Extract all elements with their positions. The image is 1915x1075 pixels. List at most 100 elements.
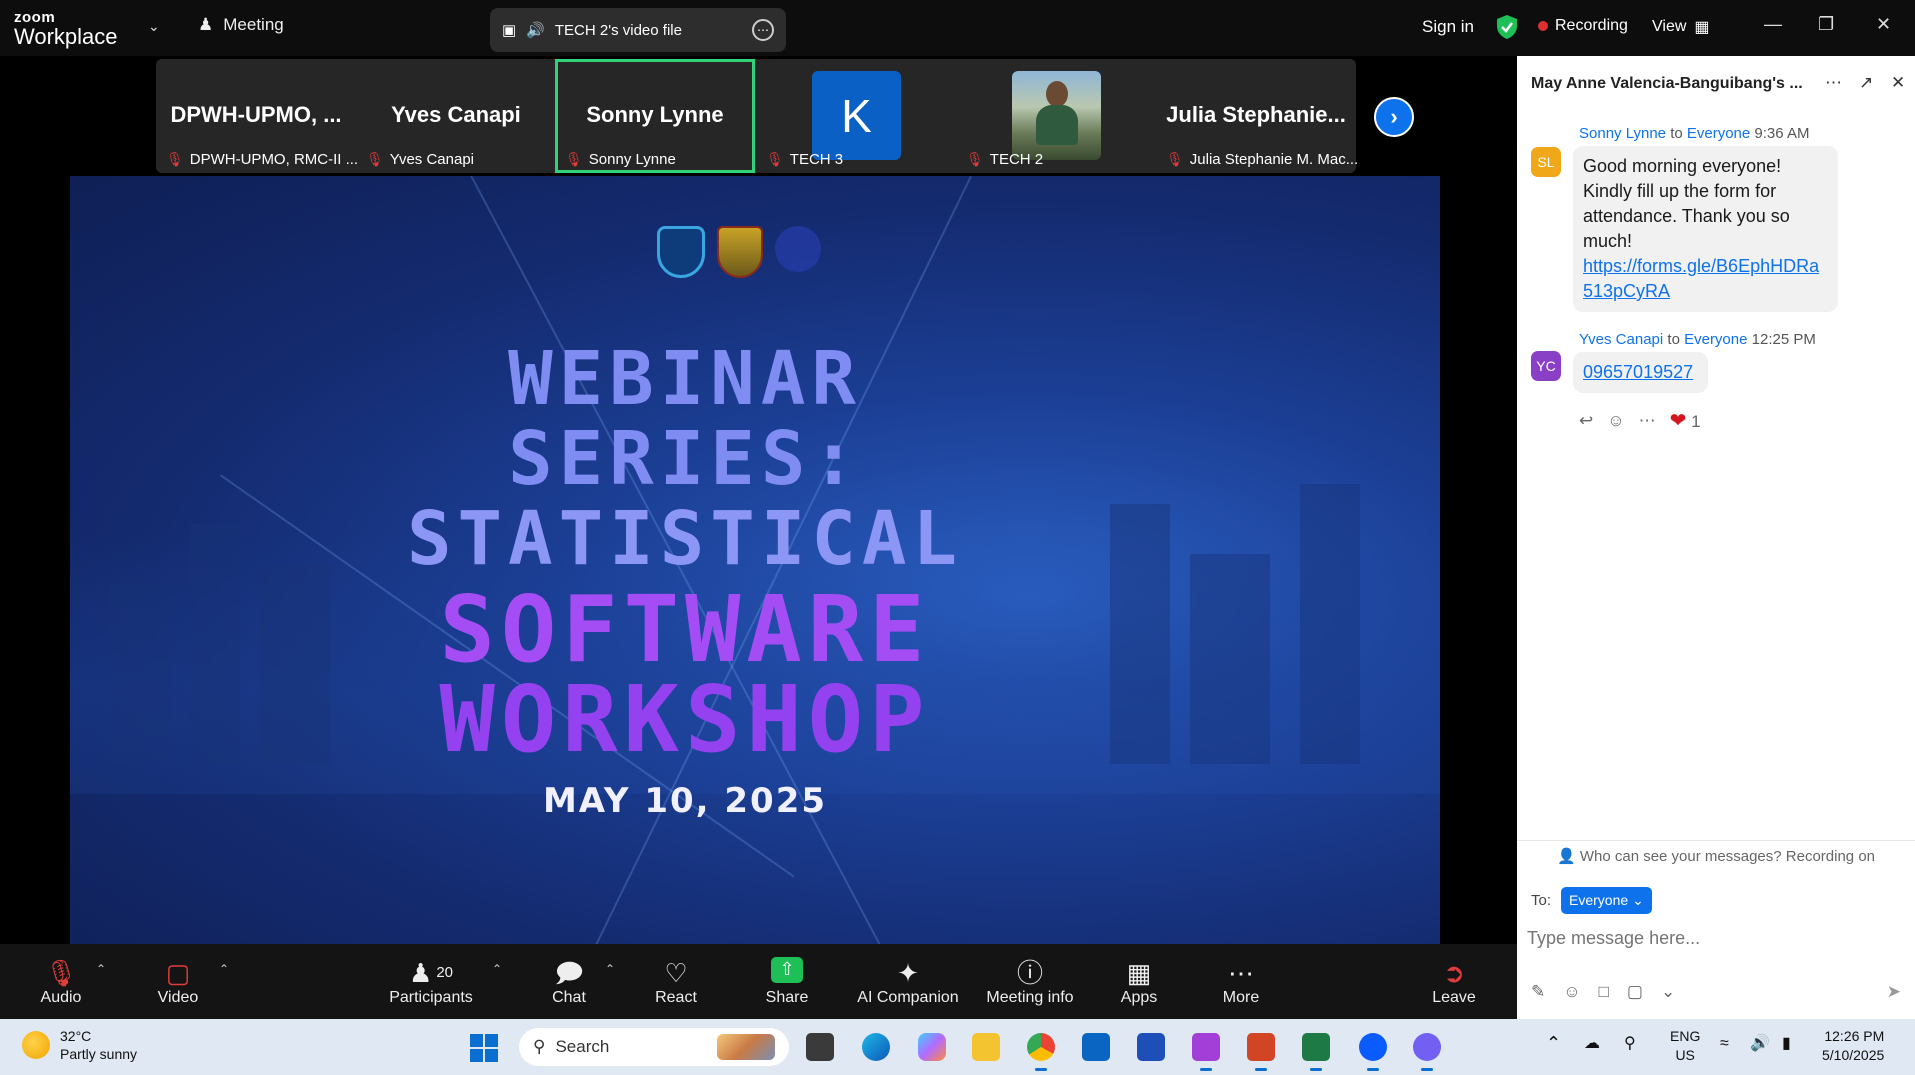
windows-taskbar: 32°C Partly sunny ⚲ Search ⌃ ☁ ⚲ ENG US … (0, 1019, 1915, 1075)
leave-button[interactable]: ➲ Leave (1432, 944, 1476, 1019)
privacy-notice[interactable]: 👤 Who can see your messages? Recording o… (1517, 840, 1915, 868)
language-indicator[interactable]: ENG US (1670, 1027, 1700, 1065)
powerpoint-icon[interactable] (1247, 1033, 1275, 1071)
pop-out-icon[interactable]: ↗ (1859, 73, 1873, 93)
participant-tile[interactable]: K 🎙 TECH 3 (756, 59, 956, 173)
share-title: TECH 2's video file (554, 21, 682, 39)
file-explorer-icon[interactable] (972, 1033, 1000, 1061)
recipient-value: Everyone (1569, 892, 1629, 908)
meeting-info-button[interactable]: ⓘ Meeting info (980, 944, 1080, 1019)
apps-button[interactable]: ▦ Apps (1118, 944, 1160, 1019)
participants-icon: ♟ 20 (409, 957, 453, 988)
participant-display-name: Julia Stephanie... (1166, 102, 1346, 127)
close-icon[interactable]: ✕ (1876, 14, 1891, 35)
minimize-icon[interactable]: — (1764, 14, 1782, 35)
sign-in-link[interactable]: Sign in (1422, 17, 1474, 37)
viber-icon[interactable] (1413, 1033, 1441, 1071)
university-seal-icon (717, 226, 763, 278)
share-status-pill[interactable]: ▣ 🔊 TECH 2's video file ⋯ (490, 8, 786, 52)
chevron-down-icon[interactable]: ⌄ (148, 18, 160, 35)
message-bubble[interactable]: 09657019527 (1573, 352, 1708, 393)
chat-title: May Anne Valencia-Banguibang's ... (1531, 74, 1803, 92)
participant-count: 20 (436, 963, 453, 981)
security-shield-icon[interactable] (1495, 14, 1519, 40)
weather-widget[interactable]: 32°C Partly sunny (22, 1027, 137, 1063)
taskbar-clock[interactable]: 12:26 PM 5/10/2025 (1822, 1027, 1884, 1065)
screenshot-icon[interactable]: ▢ (1627, 982, 1643, 1002)
chevron-up-icon: ⌃ (491, 962, 503, 976)
more-options-icon[interactable]: ⋯ (752, 19, 774, 41)
chevron-down-icon[interactable]: ⌄ (1661, 982, 1675, 1002)
video-options-caret[interactable]: ⌃ (215, 944, 233, 1019)
slide-title-line: STATISTICAL (406, 496, 964, 582)
participant-tile-active-speaker[interactable]: Sonny Lynne 🎙 Sonny Lynne (555, 59, 755, 173)
participant-display-name: Yves Canapi (391, 102, 521, 127)
reply-icon[interactable]: ↩ (1579, 411, 1593, 431)
more-icon: ⋯ (1228, 957, 1254, 988)
message-link[interactable]: https://forms.gle/B6EphHDRa513pCyRA (1583, 256, 1819, 301)
file-icon[interactable]: □ (1599, 982, 1609, 1002)
store-icon[interactable] (1137, 1033, 1165, 1061)
message-link[interactable]: 09657019527 (1583, 362, 1693, 382)
location-icon[interactable]: ⚲ (1624, 1034, 1636, 1053)
video-button[interactable]: ▢ Video (154, 944, 202, 1019)
battery-icon[interactable]: ▮ (1782, 1034, 1791, 1053)
chevron-up-icon: ⌃ (604, 962, 616, 976)
format-icon[interactable]: ✎ (1531, 982, 1545, 1002)
ai-companion-button[interactable]: ✦ AI Companion (856, 944, 960, 1019)
recipient-dropdown[interactable]: Everyone ⌄ (1561, 887, 1652, 914)
brand-zoom: zoom (14, 9, 56, 26)
more-options-icon[interactable]: ⋯ (1825, 73, 1842, 93)
message-input[interactable] (1527, 922, 1897, 954)
chat-options-caret[interactable]: ⌃ (601, 944, 619, 1019)
participant-tile[interactable]: Yves Canapi 🎙 Yves Canapi (356, 59, 556, 173)
meeting-tab[interactable]: ♟ Meeting (198, 15, 284, 35)
audio-options-caret[interactable]: ⌃ (92, 944, 110, 1019)
participants-button[interactable]: ♟ 20 Participants (388, 944, 474, 1019)
chevron-up-icon[interactable]: ⌃ (1546, 1034, 1561, 1053)
edge-icon[interactable] (862, 1033, 890, 1061)
visual-studio-icon[interactable] (1192, 1033, 1220, 1071)
onedrive-icon[interactable]: ☁ (1584, 1034, 1600, 1053)
zoom-workplace-logo[interactable]: zoom Workplace (14, 10, 118, 48)
task-view-icon[interactable] (806, 1033, 834, 1061)
more-label: More (1222, 988, 1260, 1006)
outlook-icon[interactable] (1082, 1033, 1110, 1061)
share-button[interactable]: ⇧ Share (762, 944, 812, 1019)
close-icon[interactable]: ✕ (1891, 73, 1905, 93)
volume-icon[interactable]: 🔊 (1750, 1034, 1770, 1053)
next-page-arrow-icon[interactable]: › (1374, 97, 1414, 137)
react-button[interactable]: ♡ React (652, 944, 700, 1019)
heart-reaction[interactable]: ❤ 1 (1670, 408, 1701, 433)
participant-tile[interactable]: 🎙 TECH 2 (956, 59, 1156, 173)
zoom-icon[interactable] (1359, 1033, 1387, 1071)
message-sender[interactable]: Sonny Lynne (1579, 125, 1666, 142)
participants-options-caret[interactable]: ⌃ (488, 944, 506, 1019)
participant-tile[interactable]: Julia Stephanie... 🎙 Julia Stephanie M. M… (1156, 59, 1358, 173)
meeting-info-label: Meeting info (986, 988, 1074, 1006)
participant-tile[interactable]: DPWH-UPMO, ... 🎙 DPWH-UPMO, RMC-II ... (156, 59, 358, 173)
view-button[interactable]: View ▦ (1652, 17, 1710, 37)
taskbar-search[interactable]: ⚲ Search (519, 1028, 789, 1066)
message-bubble[interactable]: Good morning everyone! Kindly fill up th… (1573, 146, 1838, 312)
more-options-icon[interactable]: ⋯ (1639, 411, 1656, 431)
chat-button[interactable]: 🗩 Chat (548, 944, 590, 1019)
wifi-icon[interactable]: ≈ (1720, 1034, 1729, 1053)
emoji-icon[interactable]: ☺ (1563, 982, 1580, 1002)
view-label: View (1652, 18, 1687, 35)
chrome-icon[interactable] (1027, 1033, 1055, 1071)
language-code: ENG (1670, 1028, 1701, 1044)
add-reaction-icon[interactable]: ☺ (1607, 411, 1624, 431)
send-icon[interactable]: ➤ (1887, 982, 1901, 1002)
mic-muted-icon: 🎙 (366, 151, 384, 167)
search-icon: ⚲ (533, 1037, 546, 1056)
copilot-icon[interactable] (918, 1033, 946, 1061)
start-button[interactable] (470, 1034, 498, 1062)
recording-indicator[interactable]: Recording (1538, 17, 1628, 35)
restore-icon[interactable]: ❐ (1818, 14, 1834, 35)
audio-button[interactable]: 🎙 Audio (40, 944, 82, 1019)
more-button[interactable]: ⋯ More (1220, 944, 1262, 1019)
brand-workplace: Workplace (14, 24, 118, 49)
excel-icon[interactable] (1302, 1033, 1330, 1071)
message-sender[interactable]: Yves Canapi (1579, 331, 1663, 348)
